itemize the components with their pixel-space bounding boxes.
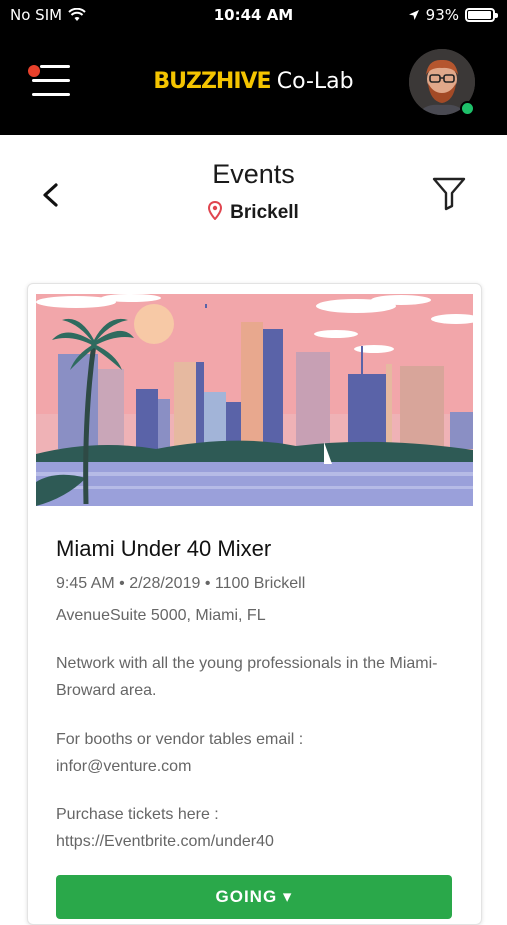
event-description: Network with all the young professionals…	[56, 655, 438, 699]
event-tickets: Purchase tickets here : https://Eventbri…	[56, 801, 456, 855]
page-header: Events Brickell	[0, 135, 507, 245]
battery-icon	[465, 8, 498, 22]
map-pin-icon	[208, 200, 223, 221]
location-arrow-icon	[408, 10, 419, 20]
event-card[interactable]: Miami Under 40 Mixer 9:45 AM • 2/28/2019…	[27, 283, 482, 925]
email-link[interactable]: infor@venture.com	[56, 753, 456, 780]
logo-suffix: Co-Lab	[276, 69, 354, 94]
top-navbar: BUZZHIVE Co-Lab	[0, 32, 507, 135]
event-details: 9:45 AM • 2/28/2019 • 1100 Brickell Aven…	[56, 568, 456, 632]
miami-skyline-illustration	[36, 294, 473, 506]
email-label: For booths or vendor tables email :	[56, 731, 304, 748]
logo-brand: BUZZHIVE	[153, 69, 271, 94]
filter-button[interactable]	[431, 175, 467, 211]
going-button[interactable]: GOING ▾	[56, 875, 452, 919]
event-title: Miami Under 40 Mixer	[56, 536, 272, 561]
caret-down-icon: ▾	[282, 887, 293, 906]
tickets-label: Purchase tickets here :	[56, 806, 219, 823]
event-address: AvenueSuite 5000, Miami, FL	[56, 607, 266, 624]
location-text: Brickell	[230, 202, 299, 223]
online-status-dot	[460, 101, 475, 116]
event-image	[36, 294, 473, 506]
filter-icon	[432, 177, 466, 211]
status-right: 93%	[408, 6, 498, 24]
tickets-link[interactable]: https://Eventbrite.com/under40	[56, 828, 456, 855]
battery-percent: 93%	[425, 6, 459, 24]
event-contact: For booths or vendor tables email : info…	[56, 726, 456, 780]
going-label: GOING	[215, 887, 278, 906]
event-datetime-address: 9:45 AM • 2/28/2019 • 1100 Brickell	[56, 575, 306, 592]
status-bar: No SIM 10:44 AM 93%	[0, 0, 507, 32]
